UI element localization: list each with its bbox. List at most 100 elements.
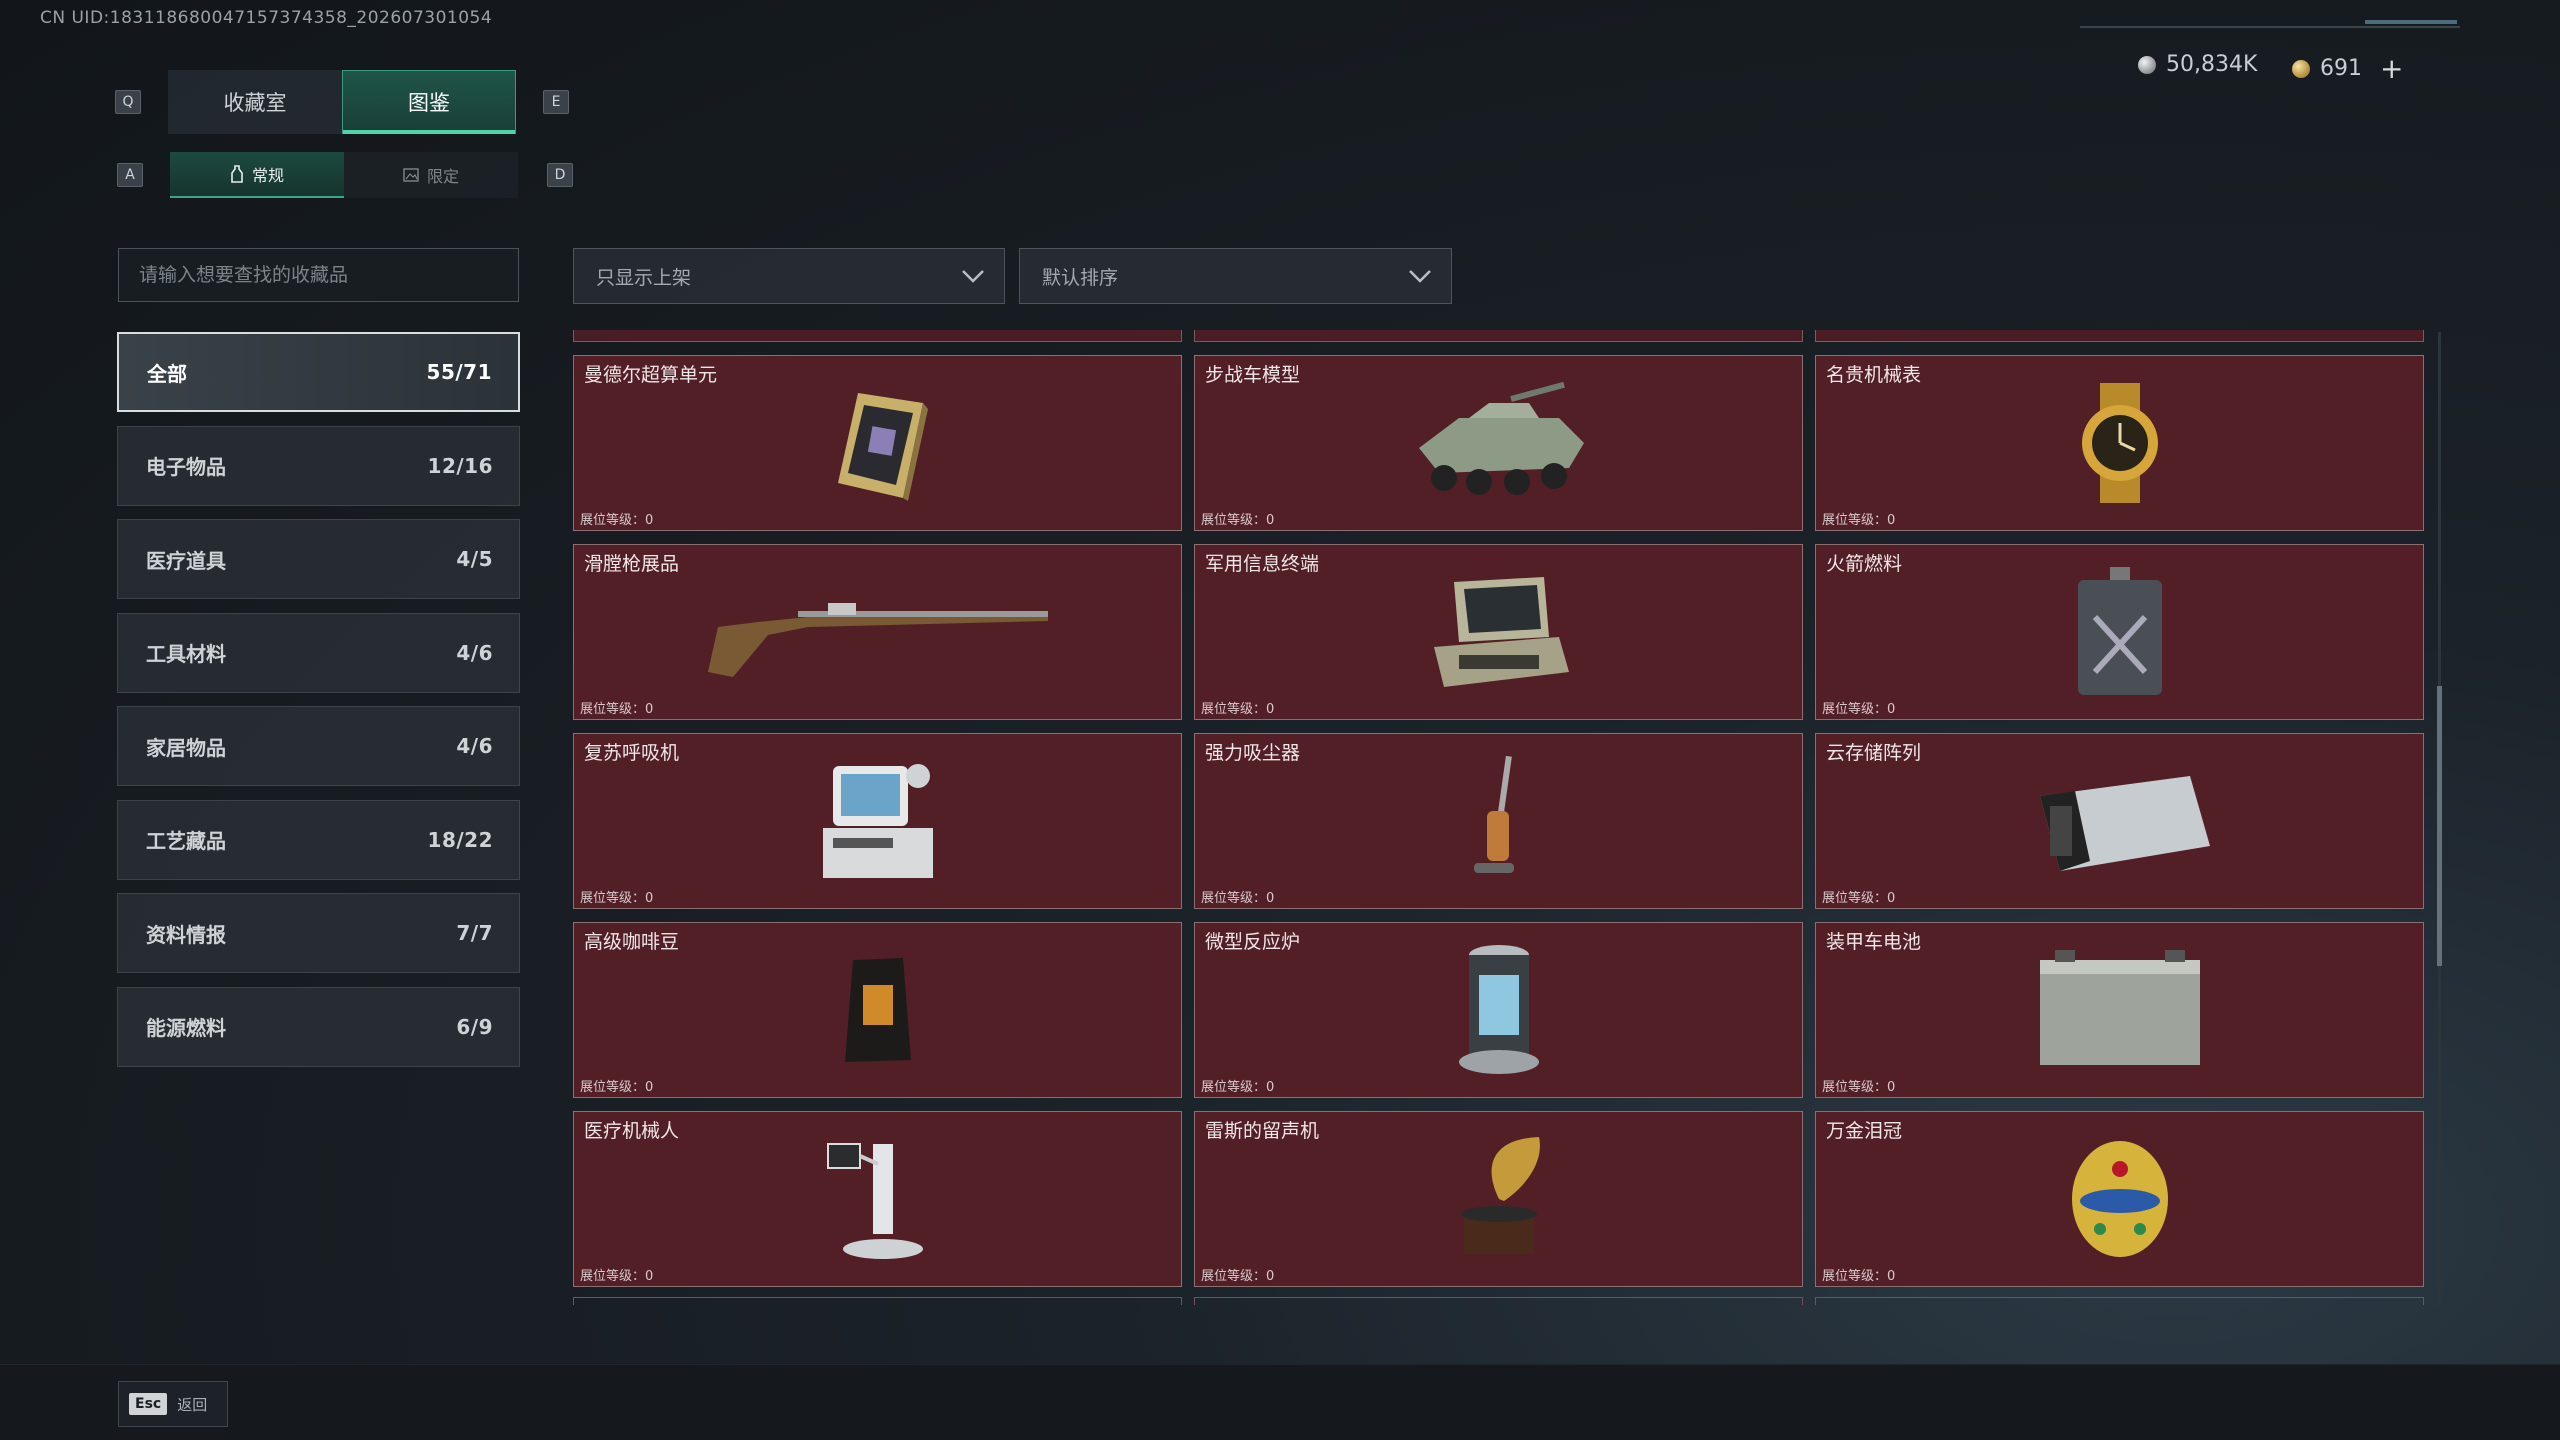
category-crafts[interactable]: 工艺藏品 18/22	[117, 799, 520, 880]
item-card[interactable]: 军用信息终端 展位等级：0	[1194, 544, 1803, 720]
main-tabs: 收藏室 图鉴	[168, 70, 516, 134]
partial-card-top[interactable]	[1194, 330, 1803, 342]
category-label: 电子物品	[146, 455, 226, 479]
item-card[interactable]: 名贵机械表 展位等级：0	[1815, 355, 2424, 531]
item-level: 展位等级：0	[1822, 513, 1896, 528]
sort-dropdown[interactable]: 默认排序	[1019, 248, 1452, 304]
category-electronics[interactable]: 电子物品 12/16	[117, 425, 520, 506]
item-level: 展位等级：0	[1822, 891, 1896, 906]
category-count: 7/7	[456, 921, 493, 945]
item-card[interactable]: 复苏呼吸机 展位等级：0	[573, 733, 1182, 909]
category-household[interactable]: 家居物品 4/6	[117, 706, 520, 786]
item-card[interactable]: 火箭燃料 展位等级：0	[1815, 544, 2424, 720]
category-label: 工具材料	[146, 642, 226, 666]
category-count: 55/71	[426, 360, 492, 384]
item-level: 展位等级：0	[580, 1080, 654, 1095]
subtab-regular-label: 常规	[251, 166, 284, 185]
item-level: 展位等级：0	[1822, 1080, 1896, 1095]
gramophone-icon	[1460, 1137, 1540, 1254]
category-energy[interactable]: 能源燃料 6/9	[117, 986, 520, 1067]
item-name: 雷斯的留声机	[1205, 1120, 1320, 1142]
item-name: 强力吸尘器	[1205, 742, 1301, 764]
item-level: 展位等级：0	[1201, 513, 1275, 528]
category-label: 全部	[147, 361, 187, 386]
chevron-down-icon	[962, 270, 984, 283]
category-label: 能源燃料	[146, 1016, 226, 1040]
item-name: 医疗机械人	[584, 1120, 680, 1142]
item-name: 装甲车电池	[1826, 931, 1922, 953]
item-card[interactable]: 云存储阵列 展位等级：0	[1815, 733, 2424, 909]
item-card[interactable]: 装甲车电池 展位等级：0	[1815, 922, 2424, 1098]
vehicle-battery-icon	[2039, 950, 2200, 1065]
esc-key-hint: Esc	[129, 1393, 168, 1415]
item-card[interactable]: 微型反应炉 展位等级：0	[1194, 922, 1803, 1098]
item-name: 云存储阵列	[1826, 742, 1922, 764]
item-card[interactable]: 雷斯的留声机 展位等级：0	[1194, 1111, 1803, 1287]
item-grid: 曼德尔超算单元 展位等级：0 步战车模型 展位等级：0 名贵机械表 展位等级：0…	[572, 330, 2426, 1305]
sort-value: 默认排序	[1042, 266, 1119, 289]
item-card[interactable]: 高级咖啡豆 展位等级：0	[573, 922, 1182, 1098]
shelf-filter-value: 只显示上架	[596, 266, 692, 289]
item-card[interactable]: 万金泪冠 展位等级：0	[1815, 1111, 2424, 1287]
add-currency-button[interactable]: +	[2380, 52, 2403, 85]
subtab-limited-label: 限定	[426, 167, 459, 186]
subtab-limited[interactable]: 限定	[344, 152, 518, 198]
tab-catalog[interactable]: 图鉴	[342, 70, 516, 134]
item-name: 滑膛枪展品	[584, 553, 680, 575]
uid-label: CN UID:183118680047157374358_20260730105…	[40, 8, 493, 28]
rocket-fuel-icon	[2077, 567, 2162, 695]
military-terminal-icon	[1433, 577, 1569, 687]
category-medical[interactable]: 医疗道具 4/5	[117, 519, 520, 599]
key-hint-q: Q	[115, 90, 141, 114]
partial-card-top[interactable]	[573, 330, 1182, 342]
item-level: 展位等级：0	[580, 513, 654, 528]
top-divider	[2080, 26, 2460, 28]
partial-card-bottom[interactable]	[573, 1297, 1182, 1305]
item-card[interactable]: 强力吸尘器 展位等级：0	[1194, 733, 1803, 909]
category-intel[interactable]: 资料情报 7/7	[117, 893, 520, 973]
ventilator-icon	[822, 764, 933, 878]
item-name: 火箭燃料	[1826, 553, 1903, 575]
item-level: 展位等级：0	[1201, 891, 1275, 906]
search-input[interactable]	[118, 248, 519, 302]
key-hint-e: E	[543, 90, 569, 114]
item-name: 军用信息终端	[1205, 553, 1320, 575]
key-hint-a: A	[117, 163, 143, 187]
shelf-filter-dropdown[interactable]: 只显示上架	[573, 248, 1005, 304]
item-name: 万金泪冠	[1826, 1120, 1903, 1142]
item-level: 展位等级：0	[580, 702, 654, 717]
tab-collection-room[interactable]: 收藏室	[168, 70, 342, 134]
item-level: 展位等级：0	[1201, 1269, 1275, 1284]
subtab-regular[interactable]: 常规	[170, 152, 344, 198]
item-card[interactable]: 滑膛枪展品 展位等级：0	[573, 544, 1182, 720]
jeweled-egg-icon	[2071, 1141, 2168, 1257]
silver-coin-icon	[2138, 55, 2156, 74]
supercomputer-unit-icon	[837, 393, 928, 501]
item-name: 复苏呼吸机	[584, 742, 680, 764]
item-level: 展位等级：0	[1822, 1269, 1896, 1284]
partial-card-bottom[interactable]	[1194, 1297, 1803, 1305]
bottle-icon	[231, 165, 243, 183]
category-label: 家居物品	[146, 735, 226, 760]
bottom-bar	[0, 1364, 2560, 1440]
item-card[interactable]: 曼德尔超算单元 展位等级：0	[573, 355, 1182, 531]
category-label: 资料情报	[146, 922, 226, 947]
sub-tabs: 常规 限定	[170, 152, 518, 198]
category-all[interactable]: 全部 55/71	[117, 332, 520, 412]
item-card[interactable]: 步战车模型 展位等级：0	[1194, 355, 1803, 531]
item-card[interactable]: 医疗机械人 展位等级：0	[573, 1111, 1182, 1287]
partial-card-top[interactable]	[1815, 330, 2424, 342]
category-label: 工艺藏品	[146, 829, 226, 853]
item-name: 微型反应炉	[1205, 931, 1301, 953]
category-count: 6/9	[456, 1014, 493, 1039]
coffee-beans-icon	[844, 958, 911, 1062]
category-count: 4/6	[456, 640, 493, 665]
category-tools[interactable]: 工具材料 4/6	[117, 612, 520, 693]
scrollbar-thumb[interactable]	[2437, 686, 2442, 966]
category-count: 18/22	[427, 827, 493, 852]
category-label: 医疗道具	[146, 548, 226, 573]
item-level: 展位等级：0	[1822, 702, 1896, 717]
partial-card-bottom[interactable]	[1815, 1297, 2424, 1305]
silver-amount: 50,834K	[2166, 52, 2258, 77]
back-button[interactable]: Esc 返回	[118, 1381, 228, 1427]
